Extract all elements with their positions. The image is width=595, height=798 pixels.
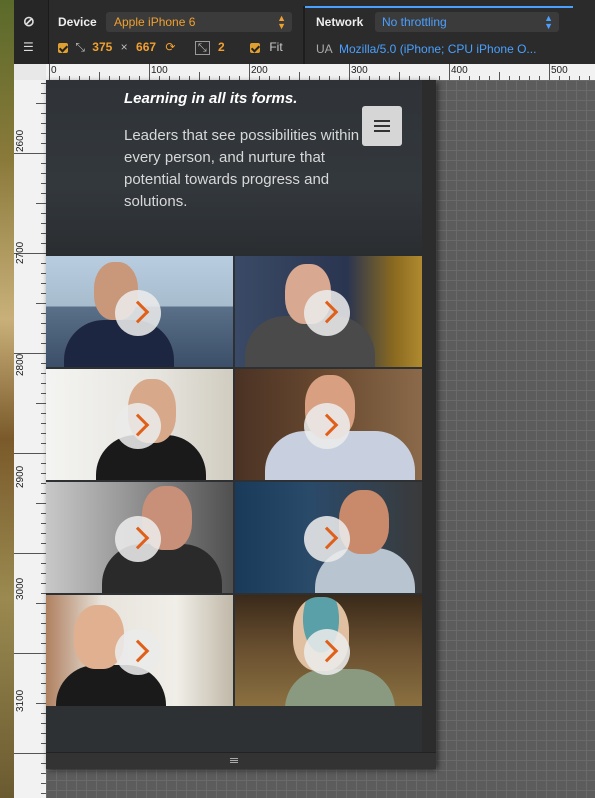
- hero-section: Learning in all its forms. Leaders that …: [46, 80, 422, 256]
- ruler-label: 2900: [15, 465, 26, 488]
- pixel-ratio-icon: ⤡: [194, 41, 210, 55]
- ruler-tick: [36, 503, 46, 504]
- play-video-icon[interactable]: [115, 629, 161, 675]
- ruler-tick: [549, 64, 550, 80]
- ruler-tick: [249, 64, 250, 80]
- video-tile[interactable]: [235, 256, 422, 367]
- disable-emulation-icon[interactable]: ⊘: [23, 13, 35, 30]
- play-video-icon[interactable]: [304, 516, 350, 562]
- ruler-tick: [36, 703, 46, 704]
- ruler-label: 3000: [15, 577, 26, 600]
- video-tile[interactable]: [46, 595, 233, 706]
- ruler-tick: [49, 64, 50, 80]
- ruler-tick: [36, 103, 46, 104]
- emulated-viewport[interactable]: Learning in all its forms. Leaders that …: [46, 80, 422, 752]
- hero-description: Leaders that see possibilities within ev…: [124, 127, 360, 210]
- ruler-label: 100: [151, 65, 168, 76]
- ruler-label: 500: [551, 65, 568, 76]
- ruler-tick: [36, 303, 46, 304]
- ua-label: UA: [316, 42, 333, 56]
- video-tile[interactable]: [235, 595, 422, 706]
- ruler-tick: [449, 64, 450, 80]
- toolbar-icon-column: ⊘ ☰: [14, 0, 49, 64]
- device-options-row: ⤡ 375 × 667 ⟳ ⤡ 2 Fit: [58, 40, 283, 58]
- background-strip: [0, 0, 14, 798]
- play-video-icon[interactable]: [304, 629, 350, 675]
- vertical-ruler: 2600270028002900300031003200: [14, 80, 47, 798]
- ruler-tick: [299, 72, 300, 80]
- ruler-label: 300: [351, 65, 368, 76]
- ruler-tick: [14, 553, 46, 554]
- ruler-tick: [14, 653, 46, 654]
- ruler-label: 0: [51, 65, 57, 76]
- devtools-toolbar: ⊘ ☰ Device Apple iPhone 6 ▲ ▼ ⤡ 375 × 667…: [14, 0, 595, 65]
- hamburger-menu-button[interactable]: [362, 106, 402, 146]
- ruler-label: 400: [451, 65, 468, 76]
- resize-icon: ⤡: [75, 40, 85, 54]
- play-video-icon[interactable]: [115, 516, 161, 562]
- times-sign: ×: [120, 40, 128, 54]
- network-select-value: No throttling: [382, 15, 447, 29]
- select-arrows-icon: ▲ ▼: [544, 13, 553, 31]
- menu-bar: [374, 120, 390, 122]
- device-select-value: Apple iPhone 6: [114, 15, 196, 29]
- video-tile[interactable]: [46, 369, 233, 480]
- video-tile[interactable]: [235, 369, 422, 480]
- ruler-label: 3100: [15, 689, 26, 712]
- height-value[interactable]: 667: [136, 40, 156, 54]
- ruler-tick: [14, 153, 46, 154]
- network-active-indicator: [305, 6, 573, 8]
- play-video-icon[interactable]: [304, 403, 350, 449]
- ruler-tick: [36, 403, 46, 404]
- video-tile[interactable]: [235, 482, 422, 593]
- ruler-tick: [14, 753, 46, 754]
- ruler-tick: [36, 603, 46, 604]
- swap-dimensions-icon[interactable]: ⟳: [165, 40, 175, 54]
- network-label: Network: [316, 15, 364, 29]
- device-select[interactable]: Apple iPhone 6 ▲ ▼: [106, 12, 292, 32]
- play-video-icon[interactable]: [304, 290, 350, 336]
- ruler-tick: [36, 203, 46, 204]
- ruler-tick: [199, 72, 200, 80]
- horizontal-ruler: 0 100 200 300 400 500: [46, 64, 595, 81]
- ruler-tick: [99, 72, 100, 80]
- resolution-checkbox[interactable]: [58, 42, 68, 53]
- play-video-icon[interactable]: [115, 290, 161, 336]
- video-tile[interactable]: [46, 482, 233, 593]
- fit-checkbox[interactable]: [250, 42, 260, 53]
- toolbar-separator: [303, 6, 305, 64]
- ruler-label: 2700: [15, 241, 26, 264]
- resize-handle-bottom[interactable]: [46, 752, 436, 769]
- ruler-label: 2600: [15, 129, 26, 152]
- ruler-tick: [349, 64, 350, 80]
- person-shape: [285, 669, 395, 706]
- menu-bar: [374, 130, 390, 132]
- ruler-tick: [14, 453, 46, 454]
- select-arrows-icon: ▲ ▼: [277, 13, 286, 31]
- play-video-icon[interactable]: [115, 403, 161, 449]
- media-queries-icon[interactable]: ☰: [23, 40, 34, 54]
- pixel-ratio-value[interactable]: 2: [218, 40, 225, 54]
- menu-bar: [374, 125, 390, 127]
- hero-tagline: Learning in all its forms.: [124, 90, 298, 107]
- ruler-corner: [14, 64, 47, 81]
- ruler-label: 200: [251, 65, 268, 76]
- network-select[interactable]: No throttling ▲ ▼: [375, 12, 559, 32]
- video-tile[interactable]: [46, 256, 233, 367]
- grip-icon: [230, 758, 238, 759]
- fit-label: Fit: [269, 40, 283, 54]
- device-label: Device: [58, 15, 97, 29]
- ruler-tick: [149, 64, 150, 80]
- user-agent-value[interactable]: Mozilla/5.0 (iPhone; CPU iPhone O...: [339, 42, 536, 56]
- width-value[interactable]: 375: [92, 40, 112, 54]
- ruler-tick: [499, 72, 500, 80]
- ruler-tick: [399, 72, 400, 80]
- device-frame: Learning in all its forms. Leaders that …: [46, 80, 436, 769]
- ruler-label: 2800: [15, 353, 26, 376]
